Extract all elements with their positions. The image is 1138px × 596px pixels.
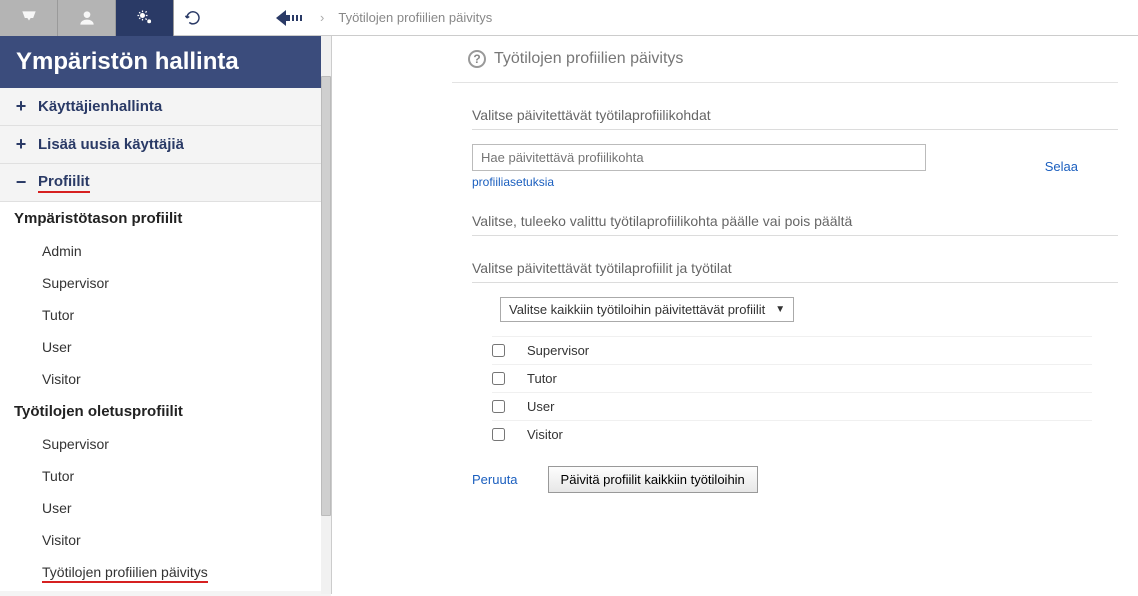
sidebar-leaf-ws-update[interactable]: Työtilojen profiilien päivitys <box>0 556 331 591</box>
profile-settings-link[interactable]: profiiliasetuksia <box>472 175 554 189</box>
content-header: ? Työtilojen profiilien päivitys <box>452 36 1118 83</box>
sidebar-item-users-mgmt[interactable]: + Käyttäjienhallinta <box>0 88 331 126</box>
select-label: Valitse kaikkiin työtiloihin päivitettäv… <box>509 302 765 317</box>
plus-icon: + <box>14 134 28 155</box>
sidebar-label: Työtilojen profiilien päivitys <box>42 564 208 583</box>
topbar: › Työtilojen profiilien päivitys <box>0 0 1138 36</box>
sidebar-leaf-user[interactable]: User <box>0 331 331 363</box>
sidebar-subheader-env: Ympäristötason profiilit <box>0 202 331 235</box>
sidebar-subheader-wsdefaults: Työtilojen oletusprofiilit <box>0 395 331 428</box>
checkbox-user[interactable] <box>492 400 505 413</box>
sidebar-leaf-ws-user[interactable]: User <box>0 492 331 524</box>
chevron-down-icon: ▼ <box>775 304 785 315</box>
check-row-supervisor: Supervisor <box>492 336 1092 364</box>
sidebar-leaf-ws-tutor[interactable]: Tutor <box>0 460 331 492</box>
checkbox-tutor[interactable] <box>492 372 505 385</box>
plus-icon: + <box>14 96 28 117</box>
sidebar-label: Käyttäjienhallinta <box>38 98 162 115</box>
section-profiles-workspaces: Valitse päivitettävät työtilaprofiilit j… <box>472 254 1118 493</box>
sidebar-item-add-users[interactable]: + Lisää uusia käyttäjiä <box>0 126 331 164</box>
check-label: Visitor <box>527 427 563 442</box>
topbar-tabs <box>0 0 174 36</box>
breadcrumb-current: Työtilojen profiilien päivitys <box>338 10 492 25</box>
check-label: User <box>527 399 554 414</box>
content: ? Työtilojen profiilien päivitys Valitse… <box>332 36 1138 594</box>
sidebar-label: Profiilit <box>38 173 90 193</box>
help-icon[interactable]: ? <box>468 50 486 68</box>
search-input[interactable] <box>472 144 926 171</box>
section-heading: Valitse päivitettävät työtilaprofiilit j… <box>472 254 1118 283</box>
profile-select[interactable]: Valitse kaikkiin työtiloihin päivitettäv… <box>500 297 794 322</box>
section-heading: Valitse, tuleeko valittu työtilaprofiili… <box>472 207 1118 236</box>
action-row: Peruuta Päivitä profiilit kaikkiin työti… <box>472 466 1118 493</box>
check-row-user: User <box>492 392 1092 420</box>
sidebar-title: Ympäristön hallinta <box>0 36 331 88</box>
tab-inbox[interactable] <box>0 0 58 36</box>
checkbox-supervisor[interactable] <box>492 344 505 357</box>
undo-icon[interactable] <box>184 9 202 27</box>
sidebar-body: + Käyttäjienhallinta + Lisää uusia käytt… <box>0 88 331 596</box>
check-row-tutor: Tutor <box>492 364 1092 392</box>
sidebar-label: Lisää uusia käyttäjiä <box>38 136 184 153</box>
scrollbar-thumb[interactable] <box>321 76 331 516</box>
profile-check-list: Supervisor Tutor User Visitor <box>492 336 1118 448</box>
checkbox-visitor[interactable] <box>492 428 505 441</box>
chevron-right-icon: › <box>320 10 324 25</box>
sidebar-leaf-admin[interactable]: Admin <box>0 235 331 267</box>
submit-button[interactable]: Päivitä profiilit kaikkiin työtiloihin <box>548 466 758 493</box>
breadcrumb-bar: › Työtilojen profiilien päivitys <box>174 0 1138 36</box>
check-label: Tutor <box>527 371 557 386</box>
tab-settings[interactable] <box>116 0 174 36</box>
browse-link[interactable]: Selaa <box>1045 159 1078 174</box>
check-label: Supervisor <box>527 343 589 358</box>
user-icon <box>77 8 97 28</box>
section-heading: Valitse päivitettävät työtilaprofiilikoh… <box>472 101 1118 130</box>
sidebar-leaf-supervisor[interactable]: Supervisor <box>0 267 331 299</box>
cancel-link[interactable]: Peruuta <box>472 472 518 487</box>
section-select-items: Valitse päivitettävät työtilaprofiilikoh… <box>472 101 1118 189</box>
sidebar-leaf-ws-supervisor[interactable]: Supervisor <box>0 428 331 460</box>
back-arrow-icon[interactable] <box>276 10 306 26</box>
section-on-off: Valitse, tuleeko valittu työtilaprofiili… <box>472 207 1118 236</box>
sidebar-leaf-visitor[interactable]: Visitor <box>0 363 331 395</box>
page-title: Työtilojen profiilien päivitys <box>494 50 683 68</box>
minus-icon: − <box>14 172 28 193</box>
sidebar-item-profiles[interactable]: − Profiilit <box>0 164 331 202</box>
sidebar-leaf-ws-visitor[interactable]: Visitor <box>0 524 331 556</box>
check-row-visitor: Visitor <box>492 420 1092 448</box>
sidebar-leaf-tutor[interactable]: Tutor <box>0 299 331 331</box>
tab-user[interactable] <box>58 0 116 36</box>
gears-icon <box>135 8 155 28</box>
main-container: Ympäristön hallinta + Käyttäjienhallinta… <box>0 36 1138 594</box>
sidebar: Ympäristön hallinta + Käyttäjienhallinta… <box>0 36 332 594</box>
inbox-icon <box>19 8 39 28</box>
search-row: profiiliasetuksia Selaa <box>472 144 1118 189</box>
